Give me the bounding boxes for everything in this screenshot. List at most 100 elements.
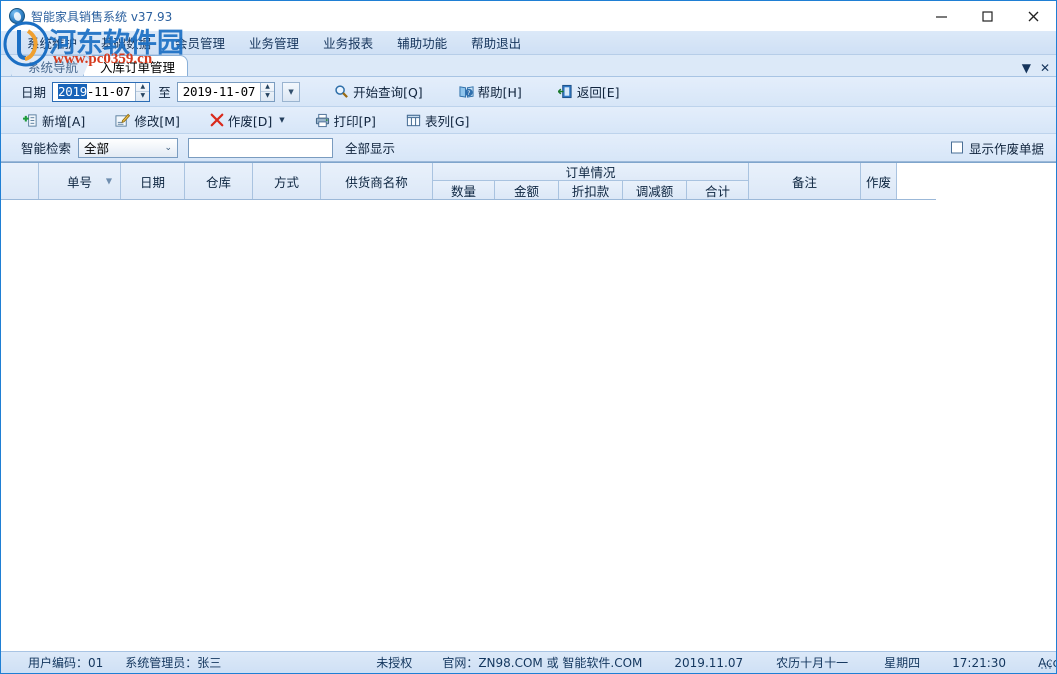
action-toolbar: 新增[A] 修改[M] 作废[D] ▼ 打印[P] (1, 107, 1056, 134)
grid-column-label: 方式 (274, 172, 299, 191)
edit-pencil-icon (115, 113, 130, 128)
tab-close-icon[interactable]: ✕ (1040, 62, 1050, 74)
help-book-icon: ? (459, 84, 474, 99)
date-filter-bar: 日期 2019-11-07 ▲▼ 至 2019-11-07 ▲▼ ▼ 开始查询[… (1, 77, 1056, 107)
window-controls (918, 1, 1056, 31)
grid-column-remark[interactable]: 备注 (749, 163, 861, 199)
date-label: 日期 (21, 82, 46, 101)
printer-icon (315, 113, 330, 128)
maximize-button[interactable] (964, 1, 1010, 31)
search-input[interactable] (188, 138, 333, 158)
spin-down-icon[interactable]: ▼ (136, 92, 149, 101)
status-user-code: 用户编码：01 (28, 654, 103, 671)
date-to-field[interactable]: 2019-11-07 ▲▼ (177, 82, 275, 102)
grid-column-label: 仓库 (206, 172, 231, 191)
grid-column-total[interactable]: 合计 (687, 181, 749, 199)
help-label: 帮助[H] (478, 82, 522, 101)
grid-column-indicator (1, 163, 39, 199)
tab-label: 系统导航 (28, 57, 78, 76)
columns-icon (406, 113, 421, 128)
date-from-value: 2019-11-07 (53, 83, 135, 101)
menu-item-help-exit[interactable]: 帮助退出 (459, 31, 533, 54)
grid-column-order-no[interactable]: 单号 ▼ (39, 163, 121, 199)
date-from-field[interactable]: 2019-11-07 ▲▼ (52, 82, 150, 102)
sort-chevron-icon[interactable]: ▼ (106, 177, 112, 186)
title-bar: 智能家具销售系统 v37.93 (1, 1, 1056, 31)
status-operator: 系统管理员：张三 (125, 654, 221, 671)
checkbox-box[interactable] (951, 142, 963, 154)
start-query-label: 开始查询[Q] (353, 82, 423, 101)
calendar-dropdown-button[interactable]: ▼ (282, 82, 300, 102)
add-button[interactable]: 新增[A] (15, 110, 93, 131)
menu-item-tools[interactable]: 辅助功能 (385, 31, 459, 54)
grid-column-quantity[interactable]: 数量 (433, 181, 495, 199)
grid-column-group-order-info: 订单情况 数量 金额 折扣款 调减额 合计 (433, 163, 749, 199)
return-label: 返回[E] (577, 82, 620, 101)
tab-list-dropdown-icon[interactable]: ▼ (1022, 62, 1031, 74)
date-from-rest: -11-07 (87, 84, 130, 99)
date-between-label: 至 (158, 82, 171, 101)
grid-column-supplier-name[interactable]: 供货商名称 (321, 163, 433, 199)
tab-strip: 系统导航 入库订单管理 ▼ ✕ (1, 55, 1056, 77)
spin-up-icon[interactable]: ▲ (261, 83, 274, 93)
spin-down-icon[interactable]: ▼ (261, 92, 274, 101)
grid-column-amount[interactable]: 金额 (495, 181, 559, 199)
close-button[interactable] (1010, 1, 1056, 31)
grid-column-label: 合计 (705, 181, 730, 200)
tab-system-navigation[interactable]: 系统导航 (11, 55, 91, 76)
grid-column-label: 数量 (451, 181, 476, 200)
grid-column-date[interactable]: 日期 (121, 163, 185, 199)
resize-grip[interactable] (1039, 657, 1053, 671)
grid-column-label: 调减额 (636, 181, 674, 200)
chevron-down-icon: ⌄ (164, 143, 172, 153)
menu-item-business[interactable]: 业务管理 (237, 31, 311, 54)
menu-item-basic-data[interactable]: 基础数据 (89, 31, 163, 54)
grid-column-label: 供货商名称 (345, 172, 408, 191)
print-button[interactable]: 打印[P] (307, 110, 384, 131)
all-display-label: 全部显示 (345, 138, 395, 157)
search-scope-value: 全部 (84, 138, 109, 157)
start-query-button[interactable]: 开始查询[Q] (326, 81, 431, 102)
status-date: 2019.11.07 (674, 656, 743, 670)
menu-item-reports[interactable]: 业务报表 (311, 31, 385, 54)
void-button[interactable]: 作废[D] ▼ (202, 110, 293, 131)
grid-column-method[interactable]: 方式 (253, 163, 321, 199)
show-voided-checkbox[interactable]: 显示作废单据 (951, 138, 1044, 157)
tab-strip-controls: ▼ ✕ (1022, 62, 1050, 74)
status-lunar-date: 农历十月十一 (776, 654, 848, 671)
magnifier-icon (334, 84, 349, 99)
search-scope-select[interactable]: 全部 ⌄ (78, 138, 178, 158)
edit-button[interactable]: 修改[M] (107, 110, 188, 131)
smart-search-label: 智能检索 (21, 138, 71, 157)
minimize-button[interactable] (918, 1, 964, 31)
status-site: 官网：ZN98.COM 或 智能软件.COM (442, 654, 642, 671)
add-row-icon (23, 113, 38, 128)
application-window: 智能家具销售系统 v37.93 系统维护 基础数据 会员管理 业务管理 业务报表… (0, 0, 1057, 674)
svg-text:?: ? (467, 90, 470, 97)
menu-item-system[interactable]: 系统维护 (15, 31, 89, 54)
status-license: 未授权 (376, 654, 412, 671)
grid-group-subcolumns: 数量 金额 折扣款 调减额 合计 (433, 181, 749, 199)
void-label: 作废[D] (228, 111, 272, 130)
grid-column-warehouse[interactable]: 仓库 (185, 163, 253, 199)
grid-column-label: 日期 (140, 172, 165, 191)
grid-column-discount[interactable]: 折扣款 (559, 181, 623, 199)
grid-body[interactable] (1, 200, 1056, 602)
chevron-down-icon: ▼ (288, 88, 293, 96)
tab-inbound-order-management[interactable]: 入库订单管理 (83, 55, 188, 76)
columns-button[interactable]: 表列[G] (398, 110, 477, 131)
menu-item-member[interactable]: 会员管理 (163, 31, 237, 54)
void-dropdown-icon[interactable]: ▼ (279, 116, 284, 124)
date-to-spinner[interactable]: ▲▼ (260, 83, 274, 101)
help-button[interactable]: ? 帮助[H] (451, 81, 530, 102)
return-button[interactable]: 返回[E] (550, 81, 628, 102)
print-label: 打印[P] (334, 111, 376, 130)
status-time: 17:21:30 (952, 656, 1006, 670)
grid-group-label: 订单情况 (565, 162, 615, 181)
spin-up-icon[interactable]: ▲ (136, 83, 149, 93)
status-bar: 用户编码：01 系统管理员：张三 未授权 官网：ZN98.COM 或 智能软件.… (1, 651, 1056, 673)
grid-header-row: 单号 ▼ 日期 仓库 方式 供货商名称 订单情况 (1, 163, 936, 200)
date-from-spinner[interactable]: ▲▼ (135, 83, 149, 101)
grid-column-adjustment[interactable]: 调减额 (623, 181, 687, 199)
grid-column-voided[interactable]: 作废 (861, 163, 897, 199)
